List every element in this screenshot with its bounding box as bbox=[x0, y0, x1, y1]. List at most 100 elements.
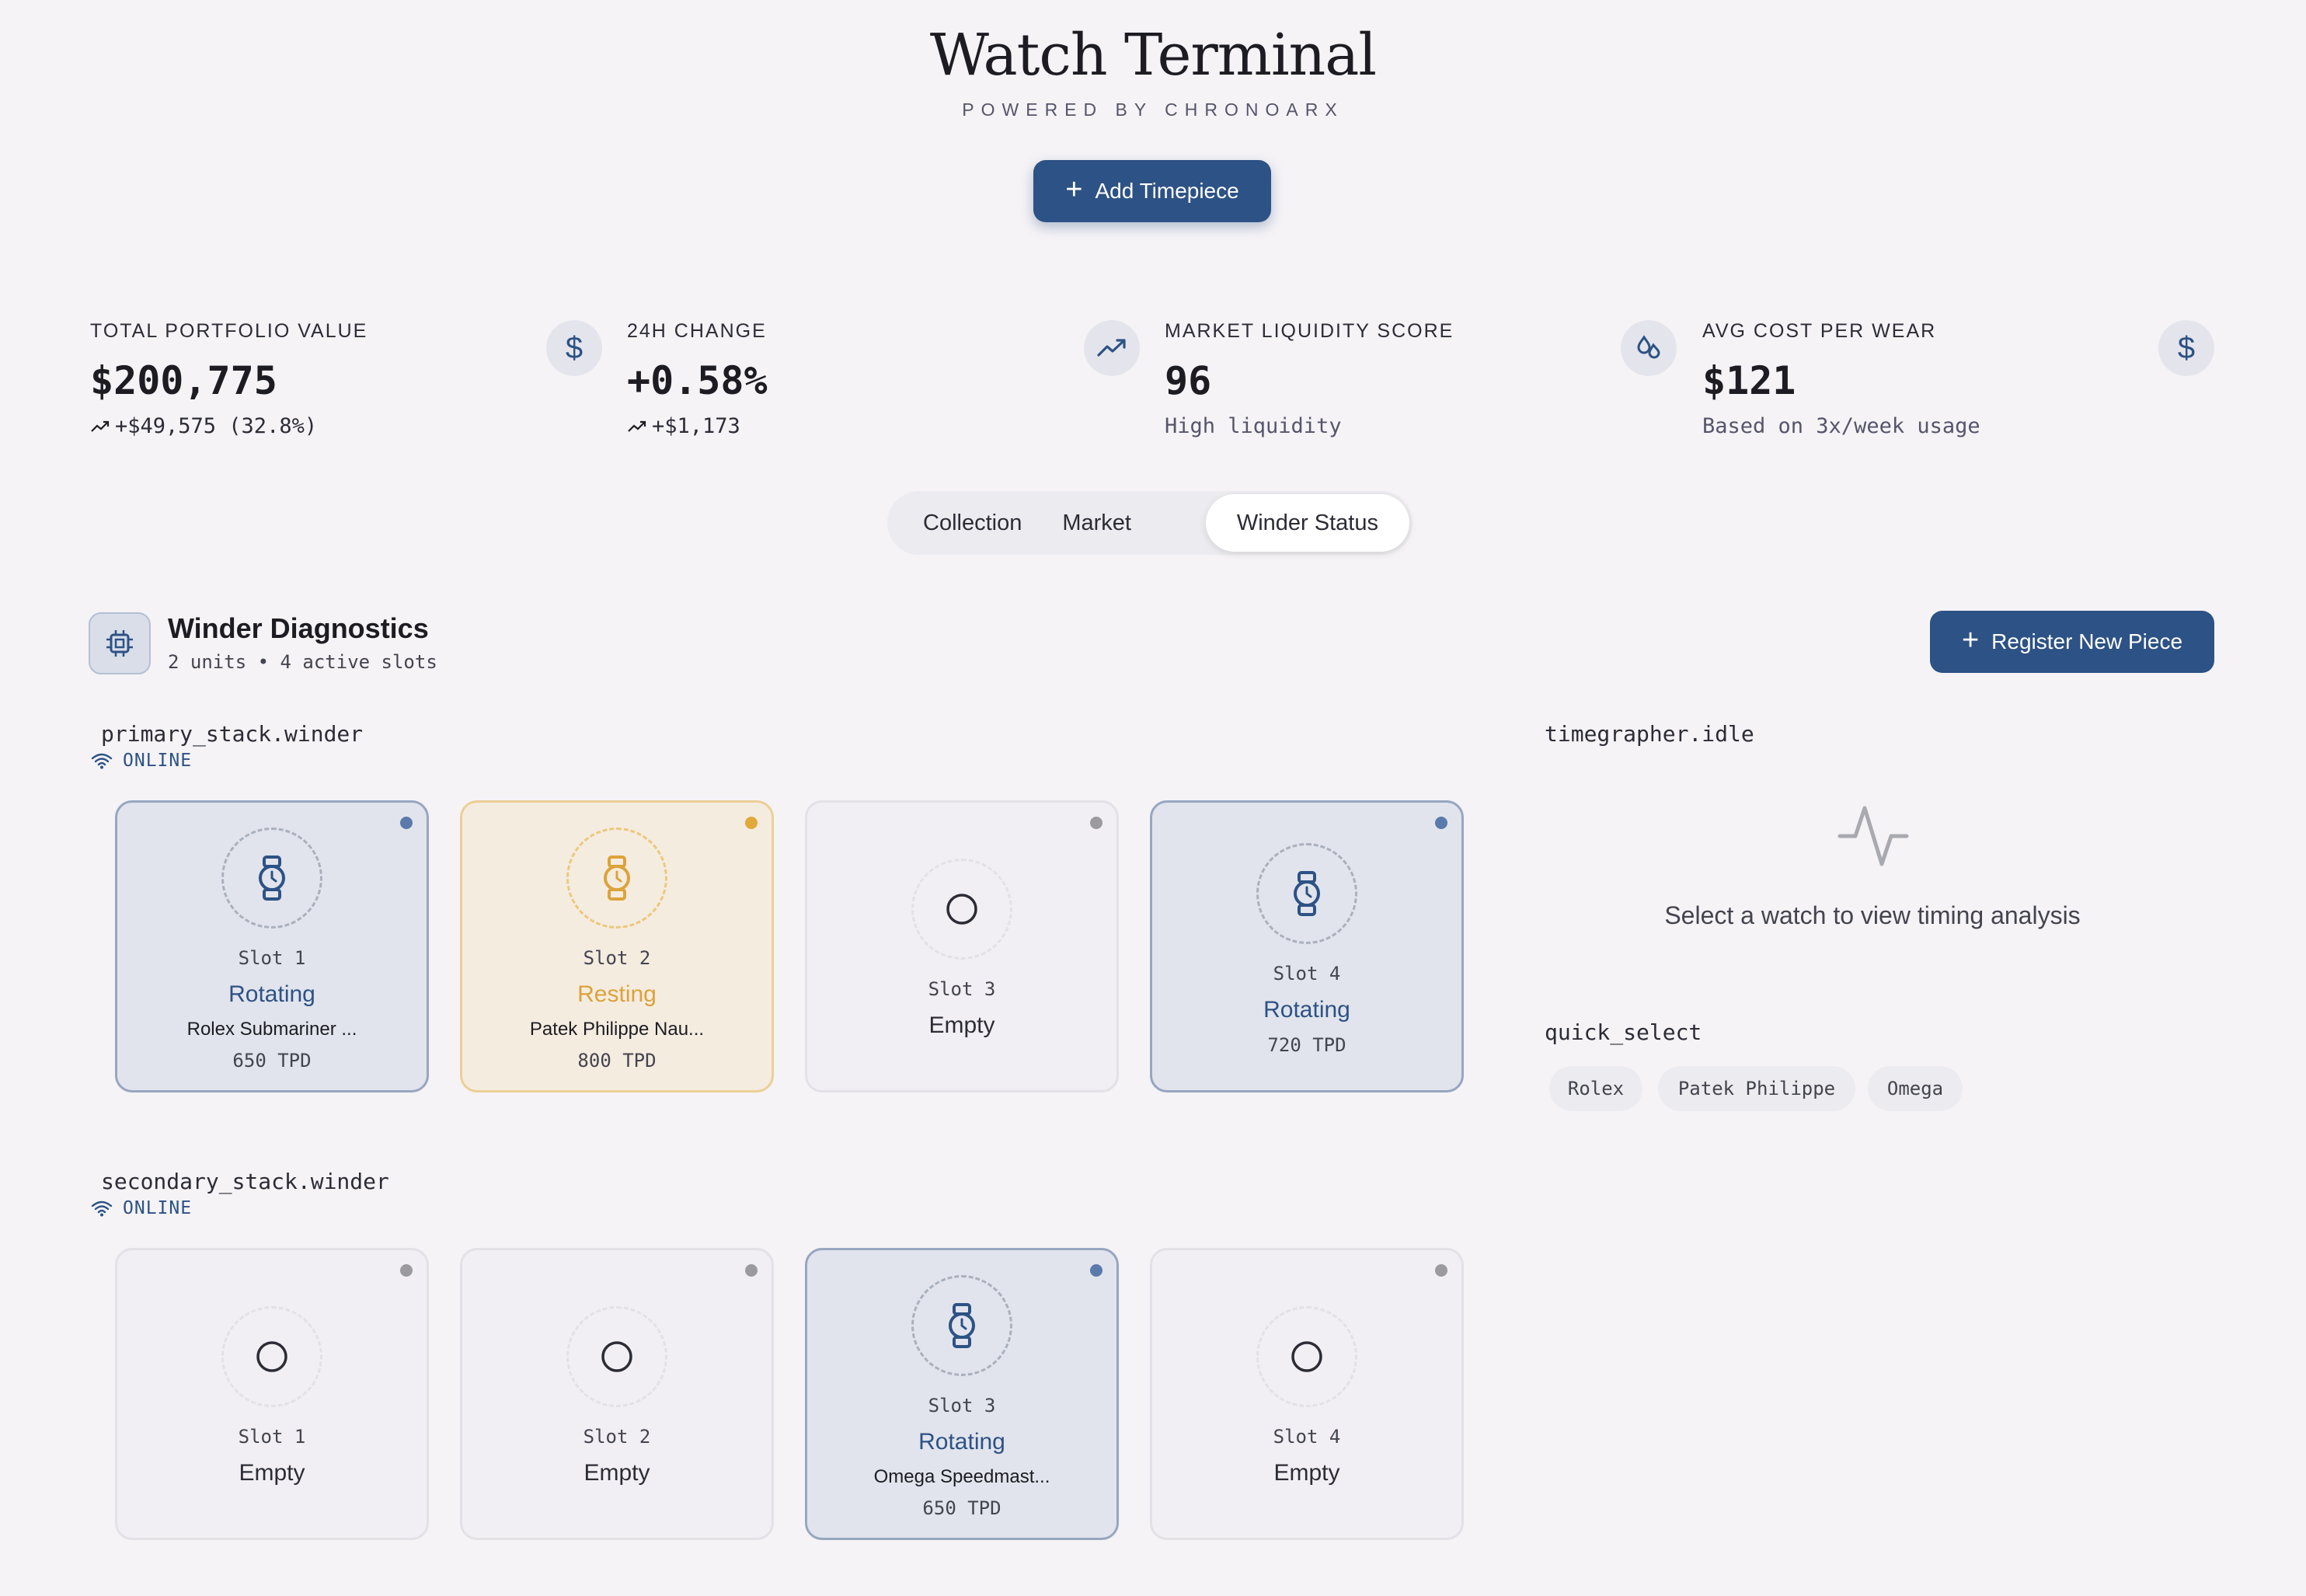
plus-icon: + bbox=[1961, 624, 1980, 657]
slot-watch-model: Patek Philippe Nau... bbox=[529, 1019, 705, 1040]
view-tabs: Collection Market Winder Status bbox=[887, 491, 1413, 555]
plus-icon: + bbox=[1065, 173, 1083, 206]
winder-slot[interactable]: Slot 2 Resting Patek Philippe Nau... 800… bbox=[460, 800, 774, 1092]
slot-tpd: 650 TPD bbox=[232, 1050, 312, 1072]
watch-icon bbox=[259, 855, 285, 901]
slot-ring bbox=[911, 1275, 1012, 1376]
empty-circle-icon bbox=[256, 1341, 287, 1372]
status-dot bbox=[1090, 1264, 1102, 1277]
timegrapher-message: Select a watch to view timing analysis bbox=[1664, 901, 2081, 929]
winder-slot[interactable]: Slot 4 Rotating 720 TPD bbox=[1150, 800, 1464, 1092]
slot-state: Resting bbox=[577, 981, 657, 1007]
add-timepiece-label: Add Timepiece bbox=[1095, 179, 1239, 203]
status-dot bbox=[745, 817, 758, 829]
status-dot bbox=[1090, 817, 1102, 829]
winder-slot[interactable]: Slot 4 Empty bbox=[1150, 1248, 1464, 1540]
watch-icon bbox=[604, 855, 630, 901]
winder-status: ONLINE bbox=[90, 751, 192, 771]
tab-collection[interactable]: Collection bbox=[903, 494, 1042, 552]
page-title: Watch Terminal bbox=[929, 22, 1377, 89]
slot-ring bbox=[911, 859, 1012, 960]
slot-ring bbox=[221, 828, 322, 929]
cpu-icon bbox=[89, 612, 151, 674]
diagnostics-subtitle: 2 units • 4 active slots bbox=[168, 651, 437, 673]
slot-state: Empty bbox=[928, 1012, 995, 1038]
droplets-icon bbox=[1621, 320, 1677, 376]
slot-state: Empty bbox=[239, 1460, 305, 1486]
winder-slot[interactable]: Slot 2 Empty bbox=[460, 1248, 774, 1540]
stat-value: +0.58% bbox=[627, 358, 768, 403]
tab-market[interactable]: Market bbox=[1042, 494, 1151, 552]
stat-label: TOTAL PORTFOLIO VALUE bbox=[90, 320, 368, 342]
slot-label: Slot 4 bbox=[1273, 1426, 1341, 1448]
activity-pulse-icon bbox=[1837, 806, 1909, 866]
stat-label: 24H CHANGE bbox=[627, 320, 767, 342]
diagnostics-title: Winder Diagnostics bbox=[168, 612, 429, 644]
slot-ring bbox=[566, 828, 667, 929]
slot-ring bbox=[221, 1306, 322, 1407]
slot-label: Slot 4 bbox=[1273, 963, 1341, 984]
stat-total-portfolio-value: TOTAL PORTFOLIO VALUE $200,775 +$49,575 … bbox=[90, 320, 556, 438]
status-dot bbox=[745, 1264, 758, 1277]
stat-value: $200,775 bbox=[90, 358, 277, 403]
stat-market-liquidity: MARKET LIQUIDITY SCORE 96 High liquidity bbox=[1165, 320, 1631, 438]
dollar-icon: $ bbox=[2158, 320, 2214, 376]
stat-value: $121 bbox=[1702, 358, 1796, 403]
trending-up-icon bbox=[91, 420, 110, 432]
winder-status: ONLINE bbox=[90, 1198, 192, 1218]
winder-name: secondary_stack.winder bbox=[101, 1169, 389, 1194]
page-subtitle: POWERED BY CHRONOARX bbox=[962, 99, 1344, 120]
register-new-piece-button[interactable]: + Register New Piece bbox=[1930, 611, 2214, 673]
slot-label: Slot 3 bbox=[928, 1395, 996, 1417]
stat-change: +$49,575 (32.8%) bbox=[115, 414, 318, 438]
winder-slot[interactable]: Slot 3 Rotating Omega Speedmast... 650 T… bbox=[805, 1248, 1119, 1540]
slot-state: Rotating bbox=[228, 981, 315, 1007]
quick-select-chip-omega[interactable]: Omega bbox=[1868, 1066, 1963, 1111]
slot-state: Empty bbox=[1273, 1460, 1340, 1486]
watch-icon bbox=[949, 1303, 975, 1348]
slot-tpd: 650 TPD bbox=[922, 1497, 1001, 1519]
slot-label: Slot 1 bbox=[238, 1426, 306, 1448]
slot-ring bbox=[1256, 843, 1357, 944]
quick-select-title: quick_select bbox=[1545, 1019, 1702, 1045]
empty-circle-icon bbox=[946, 894, 977, 925]
winder-status-text: ONLINE bbox=[123, 1198, 193, 1218]
winder-slot[interactable]: Slot 1 Rotating Rolex Submariner ... 650… bbox=[115, 800, 429, 1092]
tab-winder-status[interactable]: Winder Status bbox=[1205, 494, 1409, 552]
register-button-label: Register New Piece bbox=[1991, 629, 2183, 653]
slot-ring bbox=[1256, 1306, 1357, 1407]
slot-watch-model: Omega Speedmast... bbox=[873, 1466, 1050, 1487]
add-timepiece-button[interactable]: + Add Timepiece bbox=[1033, 160, 1271, 222]
stat-change: +$1,173 bbox=[652, 414, 740, 438]
slot-label: Slot 3 bbox=[928, 978, 996, 1000]
slot-tpd: 720 TPD bbox=[1267, 1034, 1346, 1056]
stat-note: Based on 3x/week usage bbox=[1702, 414, 1980, 438]
stat-value: 96 bbox=[1165, 358, 1212, 403]
winder-status-text: ONLINE bbox=[123, 751, 193, 771]
status-dot bbox=[1435, 817, 1447, 829]
slot-tpd: 800 TPD bbox=[577, 1050, 657, 1072]
stat-24h-change: 24H CHANGE +0.58% +$1,173 bbox=[627, 320, 1093, 438]
quick-select-chip-patek-philippe[interactable]: Patek Philippe bbox=[1658, 1066, 1855, 1111]
dollar-icon: $ bbox=[546, 320, 602, 376]
empty-circle-icon bbox=[601, 1341, 632, 1372]
status-dot bbox=[1435, 1264, 1447, 1277]
winder-slot[interactable]: Slot 1 Empty bbox=[115, 1248, 429, 1540]
slot-state: Rotating bbox=[918, 1429, 1005, 1455]
status-dot bbox=[400, 1264, 413, 1277]
wifi-icon bbox=[91, 753, 113, 769]
timegrapher-title: timegrapher.idle bbox=[1545, 721, 1754, 747]
trending-up-icon bbox=[628, 420, 646, 432]
winder-slot[interactable]: Slot 3 Empty bbox=[805, 800, 1119, 1092]
status-dot bbox=[400, 817, 413, 829]
stat-avg-cost-per-wear: AVG COST PER WEAR $121 Based on 3x/week … bbox=[1702, 320, 2168, 438]
empty-circle-icon bbox=[1291, 1341, 1322, 1372]
slot-watch-model: Rolex Submariner ... bbox=[186, 1019, 357, 1040]
slot-label: Slot 2 bbox=[583, 947, 651, 969]
watch-icon bbox=[1294, 871, 1320, 916]
quick-select-chip-rolex[interactable]: Rolex bbox=[1549, 1066, 1642, 1111]
winder-name: primary_stack.winder bbox=[101, 721, 364, 747]
slot-state: Rotating bbox=[1263, 997, 1350, 1023]
wifi-icon bbox=[91, 1200, 113, 1217]
slot-state: Empty bbox=[583, 1460, 650, 1486]
